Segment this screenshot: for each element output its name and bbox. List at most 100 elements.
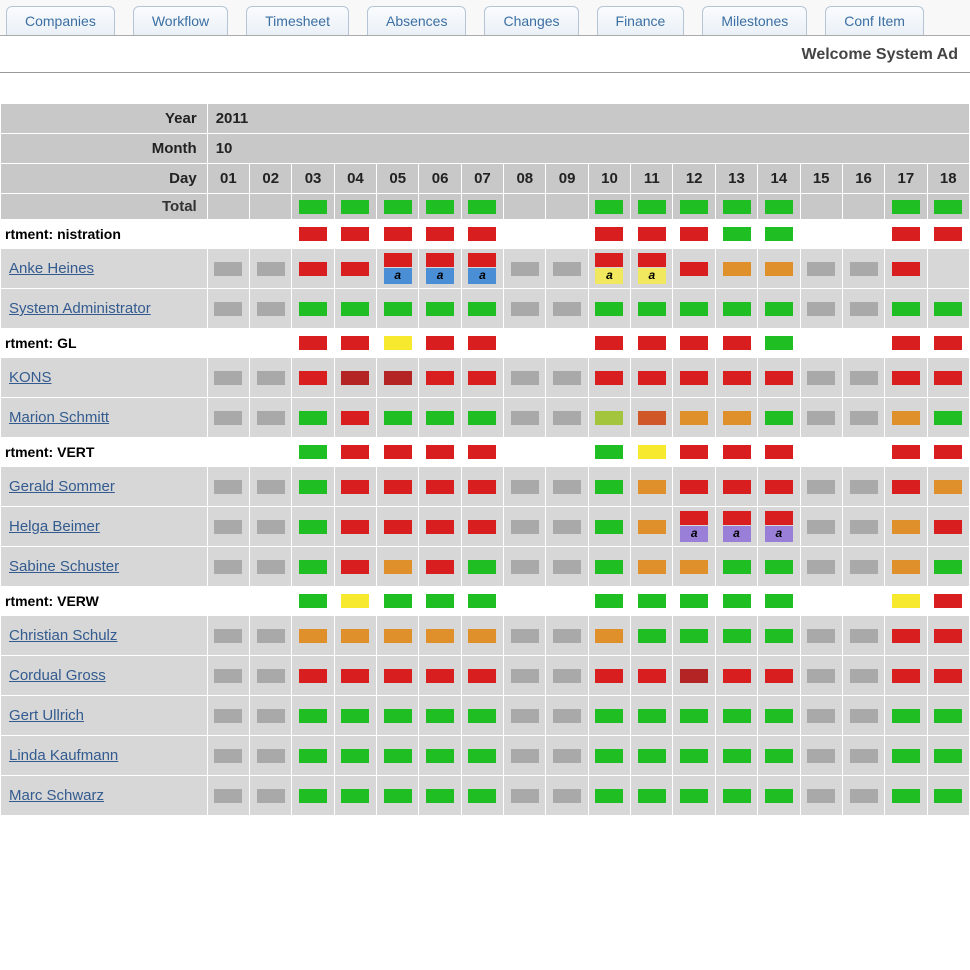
day-cell[interactable] <box>250 289 292 329</box>
day-cell[interactable] <box>461 289 503 329</box>
day-cell[interactable] <box>546 656 588 696</box>
person-link[interactable]: Gerald Sommer <box>9 478 115 495</box>
day-cell[interactable] <box>758 249 800 289</box>
day-cell[interactable] <box>207 289 249 329</box>
day-cell[interactable] <box>207 467 249 507</box>
tab-finance[interactable]: Finance <box>597 6 685 35</box>
day-cell[interactable] <box>758 656 800 696</box>
day-cell[interactable] <box>758 616 800 656</box>
day-cell[interactable] <box>927 358 969 398</box>
day-cell[interactable] <box>885 507 927 547</box>
day-cell[interactable] <box>588 507 630 547</box>
day-cell[interactable] <box>588 547 630 587</box>
day-cell[interactable] <box>334 776 376 816</box>
tab-timesheet[interactable]: Timesheet <box>246 6 349 35</box>
person-link[interactable]: Helga Beimer <box>9 518 100 535</box>
day-cell[interactable] <box>377 776 419 816</box>
day-cell[interactable] <box>207 358 249 398</box>
day-cell[interactable]: a <box>377 249 419 289</box>
tab-milestones[interactable]: Milestones <box>702 6 807 35</box>
day-cell[interactable] <box>207 736 249 776</box>
tab-changes[interactable]: Changes <box>484 6 578 35</box>
day-cell[interactable] <box>885 616 927 656</box>
day-cell[interactable] <box>334 249 376 289</box>
day-cell[interactable] <box>207 249 249 289</box>
day-cell[interactable] <box>800 289 842 329</box>
day-cell[interactable] <box>292 776 334 816</box>
day-cell[interactable] <box>207 656 249 696</box>
day-cell[interactable] <box>885 696 927 736</box>
day-cell[interactable] <box>207 547 249 587</box>
day-cell[interactable] <box>504 398 546 438</box>
day-cell[interactable] <box>715 736 757 776</box>
day-cell[interactable] <box>250 656 292 696</box>
day-cell[interactable] <box>631 656 673 696</box>
day-cell[interactable] <box>842 616 884 656</box>
person-link[interactable]: Sabine Schuster <box>9 558 119 575</box>
day-cell[interactable] <box>842 398 884 438</box>
day-cell[interactable] <box>419 547 461 587</box>
day-cell[interactable] <box>800 696 842 736</box>
day-cell[interactable] <box>631 736 673 776</box>
person-link[interactable]: Anke Heines <box>9 260 94 277</box>
day-cell[interactable] <box>377 736 419 776</box>
day-cell[interactable]: a <box>715 507 757 547</box>
day-cell[interactable] <box>927 776 969 816</box>
day-cell[interactable] <box>504 467 546 507</box>
day-cell[interactable] <box>885 776 927 816</box>
day-cell[interactable] <box>546 358 588 398</box>
day-cell[interactable] <box>334 656 376 696</box>
day-cell[interactable] <box>800 249 842 289</box>
day-cell[interactable] <box>377 507 419 547</box>
day-cell[interactable] <box>715 547 757 587</box>
day-cell[interactable] <box>207 616 249 656</box>
day-cell[interactable] <box>250 696 292 736</box>
day-cell[interactable] <box>673 289 715 329</box>
day-cell[interactable] <box>842 547 884 587</box>
day-cell[interactable] <box>461 358 503 398</box>
day-cell[interactable] <box>673 358 715 398</box>
day-cell[interactable] <box>758 696 800 736</box>
day-cell[interactable] <box>292 289 334 329</box>
day-cell[interactable] <box>334 398 376 438</box>
day-cell[interactable] <box>334 289 376 329</box>
day-cell[interactable] <box>842 736 884 776</box>
day-cell[interactable] <box>631 696 673 736</box>
day-cell[interactable] <box>842 358 884 398</box>
day-cell[interactable] <box>504 696 546 736</box>
day-cell[interactable] <box>334 547 376 587</box>
day-cell[interactable] <box>927 507 969 547</box>
day-cell[interactable] <box>758 547 800 587</box>
day-cell[interactable] <box>292 358 334 398</box>
day-cell[interactable] <box>250 776 292 816</box>
day-cell[interactable] <box>250 736 292 776</box>
day-cell[interactable] <box>250 467 292 507</box>
day-cell[interactable] <box>927 616 969 656</box>
day-cell[interactable] <box>207 776 249 816</box>
day-cell[interactable] <box>377 289 419 329</box>
day-cell[interactable] <box>546 398 588 438</box>
day-cell[interactable] <box>673 616 715 656</box>
day-cell[interactable] <box>758 776 800 816</box>
day-cell[interactable] <box>207 696 249 736</box>
day-cell[interactable] <box>927 467 969 507</box>
day-cell[interactable] <box>842 507 884 547</box>
day-cell[interactable] <box>800 467 842 507</box>
day-cell[interactable] <box>842 776 884 816</box>
day-cell[interactable] <box>292 467 334 507</box>
person-link[interactable]: Marion Schmitt <box>9 409 109 426</box>
day-cell[interactable] <box>419 656 461 696</box>
day-cell[interactable] <box>885 249 927 289</box>
day-cell[interactable] <box>546 507 588 547</box>
day-cell[interactable] <box>546 547 588 587</box>
day-cell[interactable] <box>800 616 842 656</box>
day-cell[interactable] <box>334 736 376 776</box>
day-cell[interactable] <box>461 776 503 816</box>
day-cell[interactable] <box>885 656 927 696</box>
day-cell[interactable] <box>673 398 715 438</box>
day-cell[interactable] <box>292 696 334 736</box>
day-cell[interactable] <box>292 736 334 776</box>
day-cell[interactable] <box>461 616 503 656</box>
day-cell[interactable] <box>461 398 503 438</box>
day-cell[interactable] <box>631 398 673 438</box>
